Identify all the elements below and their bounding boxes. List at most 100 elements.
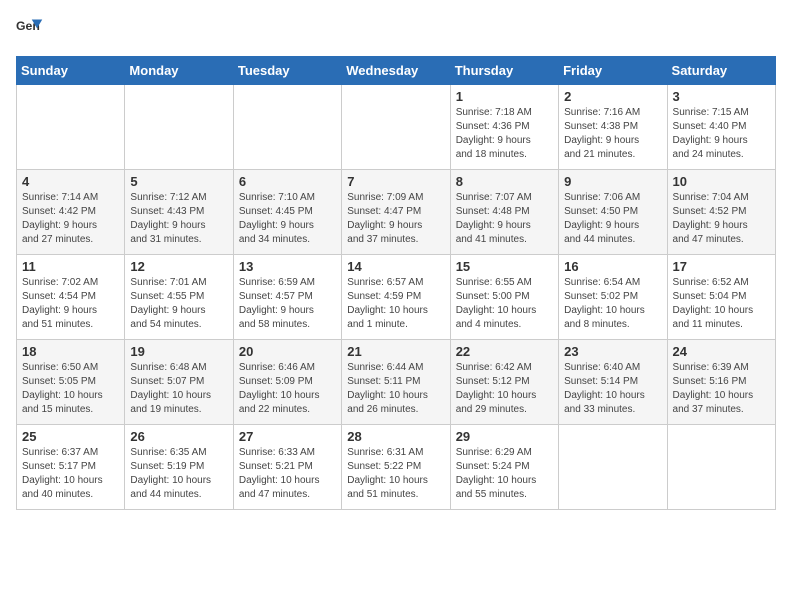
calendar-cell xyxy=(342,85,450,170)
cell-day-number: 9 xyxy=(564,174,661,189)
cell-info: Sunrise: 6:52 AM Sunset: 5:04 PM Dayligh… xyxy=(673,276,770,332)
cell-day-number: 22 xyxy=(456,344,553,359)
cell-info: Sunrise: 7:09 AM Sunset: 4:47 PM Dayligh… xyxy=(347,191,444,247)
cell-info: Sunrise: 7:06 AM Sunset: 4:50 PM Dayligh… xyxy=(564,191,661,247)
calendar-cell: 5 Sunrise: 7:12 AM Sunset: 4:43 PM Daylig… xyxy=(125,170,233,255)
cell-info: Sunrise: 7:04 AM Sunset: 4:52 PM Dayligh… xyxy=(673,191,770,247)
calendar-cell: 21 Sunrise: 6:44 AM Sunset: 5:11 PM Dayli… xyxy=(342,340,450,425)
cell-info: Sunrise: 6:48 AM Sunset: 5:07 PM Dayligh… xyxy=(130,361,227,417)
calendar-cell: 12 Sunrise: 7:01 AM Sunset: 4:55 PM Dayli… xyxy=(125,255,233,340)
cell-day-number: 12 xyxy=(130,259,227,274)
cell-info: Sunrise: 6:59 AM Sunset: 4:57 PM Dayligh… xyxy=(239,276,336,332)
cell-info: Sunrise: 6:42 AM Sunset: 5:12 PM Dayligh… xyxy=(456,361,553,417)
cell-info: Sunrise: 6:37 AM Sunset: 5:17 PM Dayligh… xyxy=(22,446,119,502)
cell-info: Sunrise: 7:18 AM Sunset: 4:36 PM Dayligh… xyxy=(456,106,553,162)
calendar-cell: 15 Sunrise: 6:55 AM Sunset: 5:00 PM Dayli… xyxy=(450,255,558,340)
page-header: Gen xyxy=(16,16,776,44)
cell-info: Sunrise: 6:46 AM Sunset: 5:09 PM Dayligh… xyxy=(239,361,336,417)
header-wednesday: Wednesday xyxy=(342,57,450,85)
calendar-cell: 1 Sunrise: 7:18 AM Sunset: 4:36 PM Daylig… xyxy=(450,85,558,170)
calendar-cell: 7 Sunrise: 7:09 AM Sunset: 4:47 PM Daylig… xyxy=(342,170,450,255)
cell-day-number: 15 xyxy=(456,259,553,274)
cell-info: Sunrise: 6:39 AM Sunset: 5:16 PM Dayligh… xyxy=(673,361,770,417)
calendar-cell: 17 Sunrise: 6:52 AM Sunset: 5:04 PM Dayli… xyxy=(667,255,775,340)
calendar-header-row: SundayMondayTuesdayWednesdayThursdayFrid… xyxy=(17,57,776,85)
calendar-cell: 11Sunrise: 7:02 AM Sunset: 4:54 PM Dayli… xyxy=(17,255,125,340)
calendar-cell: 2 Sunrise: 7:16 AM Sunset: 4:38 PM Daylig… xyxy=(559,85,667,170)
calendar-cell: 8 Sunrise: 7:07 AM Sunset: 4:48 PM Daylig… xyxy=(450,170,558,255)
calendar-cell: 4 Sunrise: 7:14 AM Sunset: 4:42 PM Daylig… xyxy=(17,170,125,255)
cell-info: Sunrise: 7:10 AM Sunset: 4:45 PM Dayligh… xyxy=(239,191,336,247)
cell-day-number: 10 xyxy=(673,174,770,189)
cell-info: Sunrise: 6:44 AM Sunset: 5:11 PM Dayligh… xyxy=(347,361,444,417)
cell-info: Sunrise: 6:40 AM Sunset: 5:14 PM Dayligh… xyxy=(564,361,661,417)
cell-day-number: 29 xyxy=(456,429,553,444)
calendar-cell: 18 Sunrise: 6:50 AM Sunset: 5:05 PM Dayli… xyxy=(17,340,125,425)
cell-info: Sunrise: 6:55 AM Sunset: 5:00 PM Dayligh… xyxy=(456,276,553,332)
cell-day-number: 2 xyxy=(564,89,661,104)
cell-day-number: 27 xyxy=(239,429,336,444)
week-row-1: 1 Sunrise: 7:18 AM Sunset: 4:36 PM Daylig… xyxy=(17,85,776,170)
cell-info: Sunrise: 6:35 AM Sunset: 5:19 PM Dayligh… xyxy=(130,446,227,502)
cell-info: Sunrise: 7:07 AM Sunset: 4:48 PM Dayligh… xyxy=(456,191,553,247)
week-row-4: 18 Sunrise: 6:50 AM Sunset: 5:05 PM Dayli… xyxy=(17,340,776,425)
cell-day-number: 8 xyxy=(456,174,553,189)
cell-day-number: 21 xyxy=(347,344,444,359)
cell-info: Sunrise: 6:54 AM Sunset: 5:02 PM Dayligh… xyxy=(564,276,661,332)
cell-info: Sunrise: 7:12 AM Sunset: 4:43 PM Dayligh… xyxy=(130,191,227,247)
header-tuesday: Tuesday xyxy=(233,57,341,85)
header-friday: Friday xyxy=(559,57,667,85)
cell-day-number: 26 xyxy=(130,429,227,444)
cell-day-number: 5 xyxy=(130,174,227,189)
calendar-cell: 10 Sunrise: 7:04 AM Sunset: 4:52 PM Dayli… xyxy=(667,170,775,255)
calendar-cell: 20 Sunrise: 6:46 AM Sunset: 5:09 PM Dayli… xyxy=(233,340,341,425)
cell-day-number: 3 xyxy=(673,89,770,104)
cell-day-number: 11 xyxy=(22,259,119,274)
header-monday: Monday xyxy=(125,57,233,85)
cell-info: Sunrise: 7:01 AM Sunset: 4:55 PM Dayligh… xyxy=(130,276,227,332)
calendar-cell: 24 Sunrise: 6:39 AM Sunset: 5:16 PM Dayli… xyxy=(667,340,775,425)
calendar-cell xyxy=(667,425,775,510)
calendar-cell: 23 Sunrise: 6:40 AM Sunset: 5:14 PM Dayli… xyxy=(559,340,667,425)
calendar-cell: 19 Sunrise: 6:48 AM Sunset: 5:07 PM Dayli… xyxy=(125,340,233,425)
cell-info: Sunrise: 6:50 AM Sunset: 5:05 PM Dayligh… xyxy=(22,361,119,417)
calendar-cell: 26 Sunrise: 6:35 AM Sunset: 5:19 PM Dayli… xyxy=(125,425,233,510)
calendar-cell xyxy=(17,85,125,170)
cell-info: Sunrise: 7:14 AM Sunset: 4:42 PM Dayligh… xyxy=(22,191,119,247)
cell-day-number: 4 xyxy=(22,174,119,189)
calendar-cell: 29Sunrise: 6:29 AM Sunset: 5:24 PM Dayli… xyxy=(450,425,558,510)
cell-info: Sunrise: 6:31 AM Sunset: 5:22 PM Dayligh… xyxy=(347,446,444,502)
cell-info: Sunrise: 6:33 AM Sunset: 5:21 PM Dayligh… xyxy=(239,446,336,502)
header-sunday: Sunday xyxy=(17,57,125,85)
cell-day-number: 24 xyxy=(673,344,770,359)
calendar-cell: 14 Sunrise: 6:57 AM Sunset: 4:59 PM Dayli… xyxy=(342,255,450,340)
cell-day-number: 28 xyxy=(347,429,444,444)
calendar-cell: 13Sunrise: 6:59 AM Sunset: 4:57 PM Dayli… xyxy=(233,255,341,340)
cell-day-number: 20 xyxy=(239,344,336,359)
calendar-cell: 3 Sunrise: 7:15 AM Sunset: 4:40 PM Daylig… xyxy=(667,85,775,170)
cell-info: Sunrise: 6:57 AM Sunset: 4:59 PM Dayligh… xyxy=(347,276,444,332)
logo: Gen xyxy=(16,16,48,44)
cell-day-number: 6 xyxy=(239,174,336,189)
cell-info: Sunrise: 7:16 AM Sunset: 4:38 PM Dayligh… xyxy=(564,106,661,162)
header-thursday: Thursday xyxy=(450,57,558,85)
cell-day-number: 7 xyxy=(347,174,444,189)
calendar-cell: 27 Sunrise: 6:33 AM Sunset: 5:21 PM Dayli… xyxy=(233,425,341,510)
calendar-cell: 28 Sunrise: 6:31 AM Sunset: 5:22 PM Dayli… xyxy=(342,425,450,510)
cell-info: Sunrise: 7:15 AM Sunset: 4:40 PM Dayligh… xyxy=(673,106,770,162)
cell-day-number: 19 xyxy=(130,344,227,359)
cell-day-number: 17 xyxy=(673,259,770,274)
cell-day-number: 14 xyxy=(347,259,444,274)
calendar-table: SundayMondayTuesdayWednesdayThursdayFrid… xyxy=(16,56,776,510)
cell-day-number: 1 xyxy=(456,89,553,104)
calendar-cell xyxy=(233,85,341,170)
cell-day-number: 16 xyxy=(564,259,661,274)
header-saturday: Saturday xyxy=(667,57,775,85)
cell-day-number: 23 xyxy=(564,344,661,359)
cell-day-number: 18 xyxy=(22,344,119,359)
calendar-cell: 9 Sunrise: 7:06 AM Sunset: 4:50 PM Daylig… xyxy=(559,170,667,255)
week-row-5: 25Sunrise: 6:37 AM Sunset: 5:17 PM Dayli… xyxy=(17,425,776,510)
logo-icon: Gen xyxy=(16,16,44,44)
calendar-cell: 16 Sunrise: 6:54 AM Sunset: 5:02 PM Dayli… xyxy=(559,255,667,340)
week-row-2: 4 Sunrise: 7:14 AM Sunset: 4:42 PM Daylig… xyxy=(17,170,776,255)
